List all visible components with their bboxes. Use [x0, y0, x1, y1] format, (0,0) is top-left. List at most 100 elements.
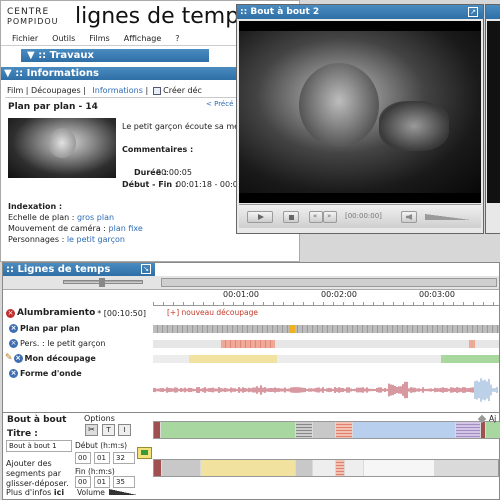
detach-icon[interactable]: ↗	[468, 7, 478, 17]
debut-hours-input[interactable]: 00	[75, 452, 91, 464]
app-title: lignes de temps	[75, 4, 251, 29]
set-debut-button[interactable]	[137, 447, 152, 459]
bout-segment[interactable]	[456, 422, 480, 438]
text-tool-button[interactable]: T	[102, 424, 115, 436]
bout-segment[interactable]	[481, 422, 485, 438]
track-mon-decoupage[interactable]: ✎ × Mon découpage	[5, 351, 155, 365]
previous-link[interactable]: < Précé	[206, 100, 233, 108]
index-tool-button[interactable]: I	[118, 424, 131, 436]
tab-informations[interactable]: Informations	[92, 86, 142, 95]
mon-decoupage-bar[interactable]	[153, 355, 499, 363]
track-plan-par-plan[interactable]: × Plan par plan	[9, 321, 159, 335]
timeline-title-bar[interactable]: :: Lignes de temps	[3, 263, 155, 276]
volume-button[interactable]	[401, 211, 417, 223]
zoom-slider-thumb[interactable]	[99, 278, 105, 287]
debut-seconds-input[interactable]: 32	[113, 452, 135, 464]
create-cut-button[interactable]: Créer déc	[153, 86, 202, 95]
echelle-value[interactable]: gros plan	[77, 213, 114, 222]
video-hand	[379, 101, 449, 151]
player-title-bar[interactable]: :: Bout à bout 2	[237, 5, 483, 19]
track-close-icon[interactable]: ×	[13, 353, 23, 363]
personnages-value[interactable]: le petit garçon	[67, 235, 125, 244]
thumbnail-face	[48, 128, 76, 158]
track-close-icon[interactable]: ×	[9, 368, 18, 378]
step-forward-button[interactable]: »	[323, 211, 337, 223]
decoupage-segment[interactable]	[441, 355, 499, 363]
personnage-segment[interactable]	[221, 340, 275, 348]
echelle-row: Echelle de plan : gros plan	[8, 213, 114, 222]
personnage-segment[interactable]	[469, 340, 475, 348]
selected-shot-marker[interactable]	[289, 325, 295, 333]
step-back-button[interactable]: «	[309, 211, 323, 223]
mouvement-row: Mouvement de caméra : plan fixe	[8, 224, 143, 233]
bout-segment[interactable]	[353, 422, 455, 438]
bout-segment[interactable]	[161, 422, 295, 438]
bout-segment[interactable]	[364, 460, 434, 476]
mouvement-label: Mouvement de caméra :	[8, 224, 106, 233]
menu-fichier[interactable]: Fichier	[5, 34, 45, 43]
bout-segment[interactable]	[336, 460, 344, 476]
scroll-bar[interactable]	[161, 278, 497, 287]
play-button[interactable]	[247, 211, 273, 223]
plan-par-plan-bar[interactable]	[153, 325, 499, 333]
bout-segment[interactable]	[201, 460, 295, 476]
track-close-icon[interactable]: ×	[9, 338, 18, 348]
stop-button[interactable]	[283, 211, 299, 223]
menu-affichage[interactable]: Affichage	[117, 34, 169, 43]
create-cut-label: Créer déc	[163, 86, 202, 95]
comments-label: Commentaires :	[122, 145, 194, 154]
bout-segment[interactable]	[336, 422, 352, 438]
volume-slider[interactable]	[425, 214, 471, 220]
cut-tool-button[interactable]: ✂	[85, 424, 98, 436]
menu-films[interactable]: Films	[82, 34, 116, 43]
help-more-link[interactable]: ici	[54, 488, 64, 497]
bout-segment[interactable]	[296, 460, 312, 476]
player-time: [00:00:00]	[345, 212, 382, 220]
menu-help[interactable]: ?	[168, 34, 186, 43]
travaux-label: :: Travaux	[38, 50, 94, 61]
shot-thumbnail	[8, 118, 116, 178]
film-close-icon[interactable]: ×	[6, 308, 15, 318]
personnage-bar[interactable]	[153, 340, 499, 348]
menu-outils[interactable]: Outils	[45, 34, 82, 43]
bout-segment[interactable]	[296, 422, 312, 438]
bout-segment[interactable]	[313, 460, 335, 476]
decoupage-segment[interactable]	[189, 355, 277, 363]
speaker-icon	[406, 214, 412, 220]
titre-input[interactable]: Bout à bout 1	[6, 440, 72, 452]
bout-track-bottom[interactable]	[153, 459, 499, 477]
debut-label: Début (h:m:s)	[75, 441, 128, 450]
timeline-window: :: Lignes de temps ↘ 00:01:00 00:02:00 0…	[2, 262, 500, 500]
travaux-panel-header[interactable]: ▼ :: Travaux	[21, 49, 209, 62]
tab-film[interactable]: Film	[7, 86, 23, 95]
debut-minutes-input[interactable]: 01	[94, 452, 110, 464]
bout-segment[interactable]	[162, 460, 200, 476]
track-label: Forme d'onde	[20, 368, 82, 378]
video-frame	[239, 21, 481, 203]
mouvement-value[interactable]: plan fixe	[109, 224, 143, 233]
fin-hours-input[interactable]: 00	[75, 476, 91, 488]
fin-seconds-input[interactable]: 35	[113, 476, 135, 488]
bout-segment[interactable]	[345, 460, 363, 476]
tab-separator: |	[142, 86, 149, 95]
indexation-label: Indexation :	[8, 202, 63, 211]
fin-minutes-input[interactable]: 01	[94, 476, 110, 488]
tab-decoupages[interactable]: Découpages	[31, 86, 81, 95]
create-icon	[153, 86, 162, 95]
track-personnage[interactable]: × Pers. : le petit garçon	[9, 336, 159, 350]
track-close-icon[interactable]: ×	[9, 323, 18, 333]
bout-segment[interactable]	[154, 460, 161, 476]
logo: CENTRE POMPIDOU	[7, 7, 75, 31]
bout-track-top[interactable]	[153, 421, 500, 439]
bout-segment[interactable]	[313, 422, 335, 438]
track-forme-onde[interactable]: × Forme d'onde	[9, 366, 159, 380]
second-player-title-bar[interactable]	[486, 5, 500, 19]
bout-segment[interactable]	[154, 422, 160, 438]
new-cut-link[interactable]: [+] nouveau découpage	[167, 308, 258, 317]
bout-segment[interactable]	[486, 422, 500, 438]
film-title: Alumbramiento	[17, 308, 96, 318]
timeline-detach-icon[interactable]: ↘	[141, 264, 151, 274]
shot-description: Le petit garçon écoute sa me	[122, 122, 240, 131]
bout-volume-slider[interactable]	[109, 489, 137, 495]
edit-pencil-icon[interactable]: ✎	[5, 353, 13, 363]
